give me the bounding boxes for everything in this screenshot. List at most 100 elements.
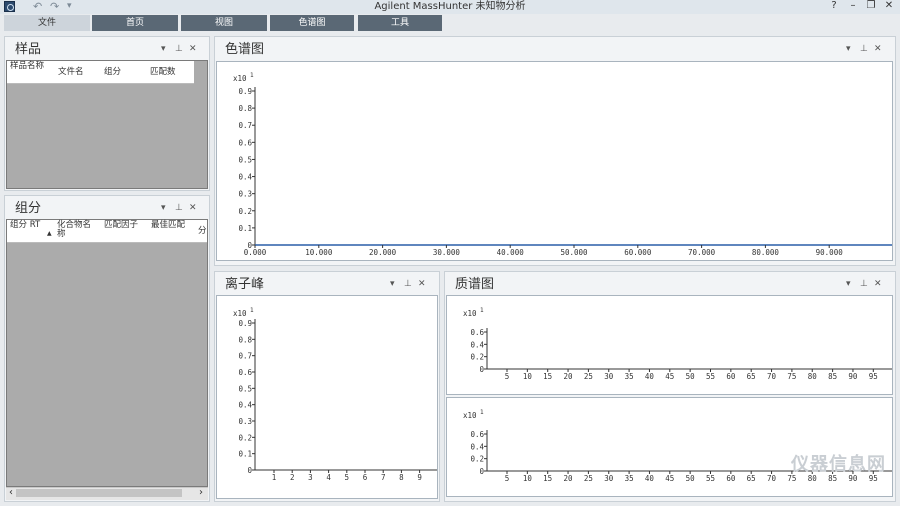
chromatogram-y-tick-label: 0.5 <box>238 155 252 164</box>
ion-peaks-y-tick-label: 0.8 <box>238 335 252 344</box>
chromatogram-pin-icon[interactable]: ⊥ <box>860 44 868 54</box>
column-header-match-count[interactable]: 匹配数 <box>150 68 176 77</box>
ms-lower-y-tick-label: 0.2 <box>470 455 484 464</box>
ms-upper-x-tick-label: 95 <box>869 372 878 381</box>
ion-peaks-y-tick-label: 0.4 <box>238 401 252 410</box>
column-header-file-name[interactable]: 文件名 <box>58 68 84 77</box>
minimize-button[interactable]: – <box>846 0 860 12</box>
ion-peaks-plot[interactable]: x10 1 0.9 0.8 0.7 0.6 0.5 0.4 0.3 0.2 0.1 0 1 2 3 4 5… <box>216 295 438 499</box>
ms-upper-scale-label: x10 <box>463 309 477 318</box>
chromatogram-y-tick-label: 0.6 <box>238 138 252 147</box>
restore-button[interactable]: ❐ <box>864 0 878 12</box>
column-header-compound-name[interactable]: 化合物名称 <box>57 221 91 239</box>
ion-peaks-y-tick-label: 0.6 <box>238 368 252 377</box>
help-icon[interactable]: ? <box>827 0 841 12</box>
ms-upper-x-axis: 5 10 15 20 25 30 35 40 45 50 55 60 65 70 75 80 85 90 95 <box>487 368 892 381</box>
column-header-match-factor[interactable]: 匹配因子 <box>104 221 138 230</box>
ion-peaks-close-icon[interactable]: ✕ <box>418 279 426 289</box>
chromatogram-x-tick-label: 40.000 <box>497 248 525 257</box>
ms-lower-y-tick-label: 0.6 <box>470 430 484 439</box>
samples-close-icon[interactable]: ✕ <box>189 44 197 54</box>
chromatogram-scale-label: x10 <box>233 74 247 83</box>
ion-peaks-y-tick-label: 0.9 <box>238 319 252 328</box>
tab-home[interactable]: 首页 <box>92 15 178 31</box>
ion-peaks-y-tick-label: 0 <box>247 466 252 475</box>
sort-ascending-icon[interactable]: ▲ <box>47 229 52 238</box>
components-close-icon[interactable]: ✕ <box>189 203 197 213</box>
chromatogram-x-axis: 0.000 10.000 20.000 30.000 40.000 50.000 60.00… <box>244 244 892 257</box>
ms-lower-x-tick-label: 15 <box>543 474 552 483</box>
ion-peaks-y-tick-label: 0.7 <box>238 352 252 361</box>
ion-peaks-pin-icon[interactable]: ⊥ <box>404 279 412 289</box>
column-header-component[interactable]: 组分 <box>104 68 121 77</box>
mass-spectrum-dropdown-icon[interactable]: ▾ <box>846 279 851 289</box>
samples-pin-icon[interactable]: ⊥ <box>175 44 183 54</box>
ion-peaks-x-axis: 1 2 3 4 5 6 7 8 9 <box>255 469 437 482</box>
ion-peaks-dropdown-icon[interactable]: ▾ <box>390 279 395 289</box>
mass-spectrum-close-icon[interactable]: ✕ <box>874 279 882 289</box>
ms-lower-x-tick-label: 20 <box>564 474 574 483</box>
ms-lower-y-tick-label: 0.4 <box>470 442 484 451</box>
ms-lower-x-tick-label: 55 <box>706 474 715 483</box>
chromatogram-x-tick-label: 10.000 <box>305 248 333 257</box>
components-dropdown-icon[interactable]: ▾ <box>161 203 166 213</box>
scrollbar-thumb[interactable] <box>16 489 182 497</box>
ms-upper-x-tick-label: 30 <box>604 372 614 381</box>
column-header-sample-name[interactable]: 样品名称 <box>10 62 50 71</box>
column-header-component-rt[interactable]: 组分 RT <box>10 221 50 230</box>
samples-dropdown-icon[interactable]: ▾ <box>161 44 166 54</box>
tab-file[interactable]: 文件 <box>4 15 90 31</box>
chromatogram-x-tick-label: 20.000 <box>369 248 397 257</box>
ms-upper-x-tick-label: 5 <box>505 372 510 381</box>
components-table-header: 组分 RT ▲ 化合物名称 匹配因子 最佳匹配 分 <box>7 220 207 243</box>
scroll-left-icon[interactable]: ‹ <box>9 487 13 498</box>
ms-upper-x-tick-label: 90 <box>848 372 858 381</box>
chromatogram-x-tick-label: 0.000 <box>244 248 267 257</box>
components-panel-title: 组分 <box>15 201 42 216</box>
ms-upper-y-tick-label: 0 <box>479 365 484 374</box>
ms-lower-x-tick-label: 40 <box>645 474 655 483</box>
ion-peaks-scale-exp: 1 <box>250 307 254 314</box>
mass-spectrum-plot-upper[interactable]: x10 1 0.6 0.4 0.2 0 5 10 15 20 25 30 35 40 45 50 55 60… <box>446 295 893 395</box>
ion-peaks-x-tick-label: 3 <box>308 473 313 482</box>
ion-peaks-x-tick-label: 8 <box>399 473 404 482</box>
ion-peaks-y-tick-label: 0.5 <box>238 384 252 393</box>
ms-lower-x-tick-label: 10 <box>523 474 533 483</box>
close-button[interactable]: ✕ <box>882 0 896 12</box>
chromatogram-y-tick-label: 0.9 <box>238 87 252 96</box>
ms-upper-x-tick-label: 55 <box>706 372 715 381</box>
ms-upper-x-tick-label: 25 <box>584 372 593 381</box>
ms-lower-y-axis: 0.6 0.4 0.2 0 <box>470 430 488 476</box>
chromatogram-y-axis: 0.90.80.70.60.50.40.30.20.10 <box>238 87 256 250</box>
tab-tools[interactable]: 工具 <box>358 15 442 31</box>
ms-lower-x-tick-label: 60 <box>726 474 736 483</box>
chromatogram-scale-exp: 1 <box>250 72 254 79</box>
chromatogram-y-tick-label: 0.3 <box>238 190 252 199</box>
chromatogram-x-tick-label: 50.000 <box>560 248 588 257</box>
components-pin-icon[interactable]: ⊥ <box>175 203 183 213</box>
mass-spectrum-plot-lower[interactable]: x10 1 0.6 0.4 0.2 0 5 10 15 20 25 30 35 40 45 50 55 60… <box>446 397 893 497</box>
ms-upper-y-tick-label: 0.2 <box>470 353 484 362</box>
mass-spectrum-pin-icon[interactable]: ⊥ <box>860 279 868 289</box>
ms-upper-y-axis: 0.6 0.4 0.2 0 <box>470 328 488 374</box>
column-header-score[interactable]: 分 <box>198 227 207 236</box>
chromatogram-plot[interactable]: x10 1 0.90.80.70.60.50.40.30.20.10 0.000… <box>216 61 893 261</box>
ms-upper-x-tick-label: 40 <box>645 372 655 381</box>
column-header-best-match[interactable]: 最佳匹配 <box>151 221 185 230</box>
ion-peaks-x-tick-label: 1 <box>272 473 277 482</box>
ms-lower-x-tick-label: 70 <box>767 474 777 483</box>
ms-upper-y-tick-label: 0.4 <box>470 340 484 349</box>
ms-lower-x-tick-label: 45 <box>665 474 674 483</box>
scroll-right-icon[interactable]: › <box>199 487 203 498</box>
chromatogram-dropdown-icon[interactable]: ▾ <box>846 44 851 54</box>
ms-lower-x-tick-label: 30 <box>604 474 614 483</box>
tab-view[interactable]: 视图 <box>181 15 267 31</box>
ion-peaks-x-tick-label: 9 <box>417 473 422 482</box>
tab-chromatogram[interactable]: 色谱图 <box>270 15 354 31</box>
ms-upper-x-tick-label: 75 <box>787 372 796 381</box>
chromatogram-close-icon[interactable]: ✕ <box>874 44 882 54</box>
chromatogram-panel-title: 色谱图 <box>225 42 265 57</box>
chromatogram-y-tick-label: 0.1 <box>238 224 252 233</box>
ms-lower-x-tick-label: 5 <box>505 474 510 483</box>
components-table[interactable] <box>6 219 208 487</box>
